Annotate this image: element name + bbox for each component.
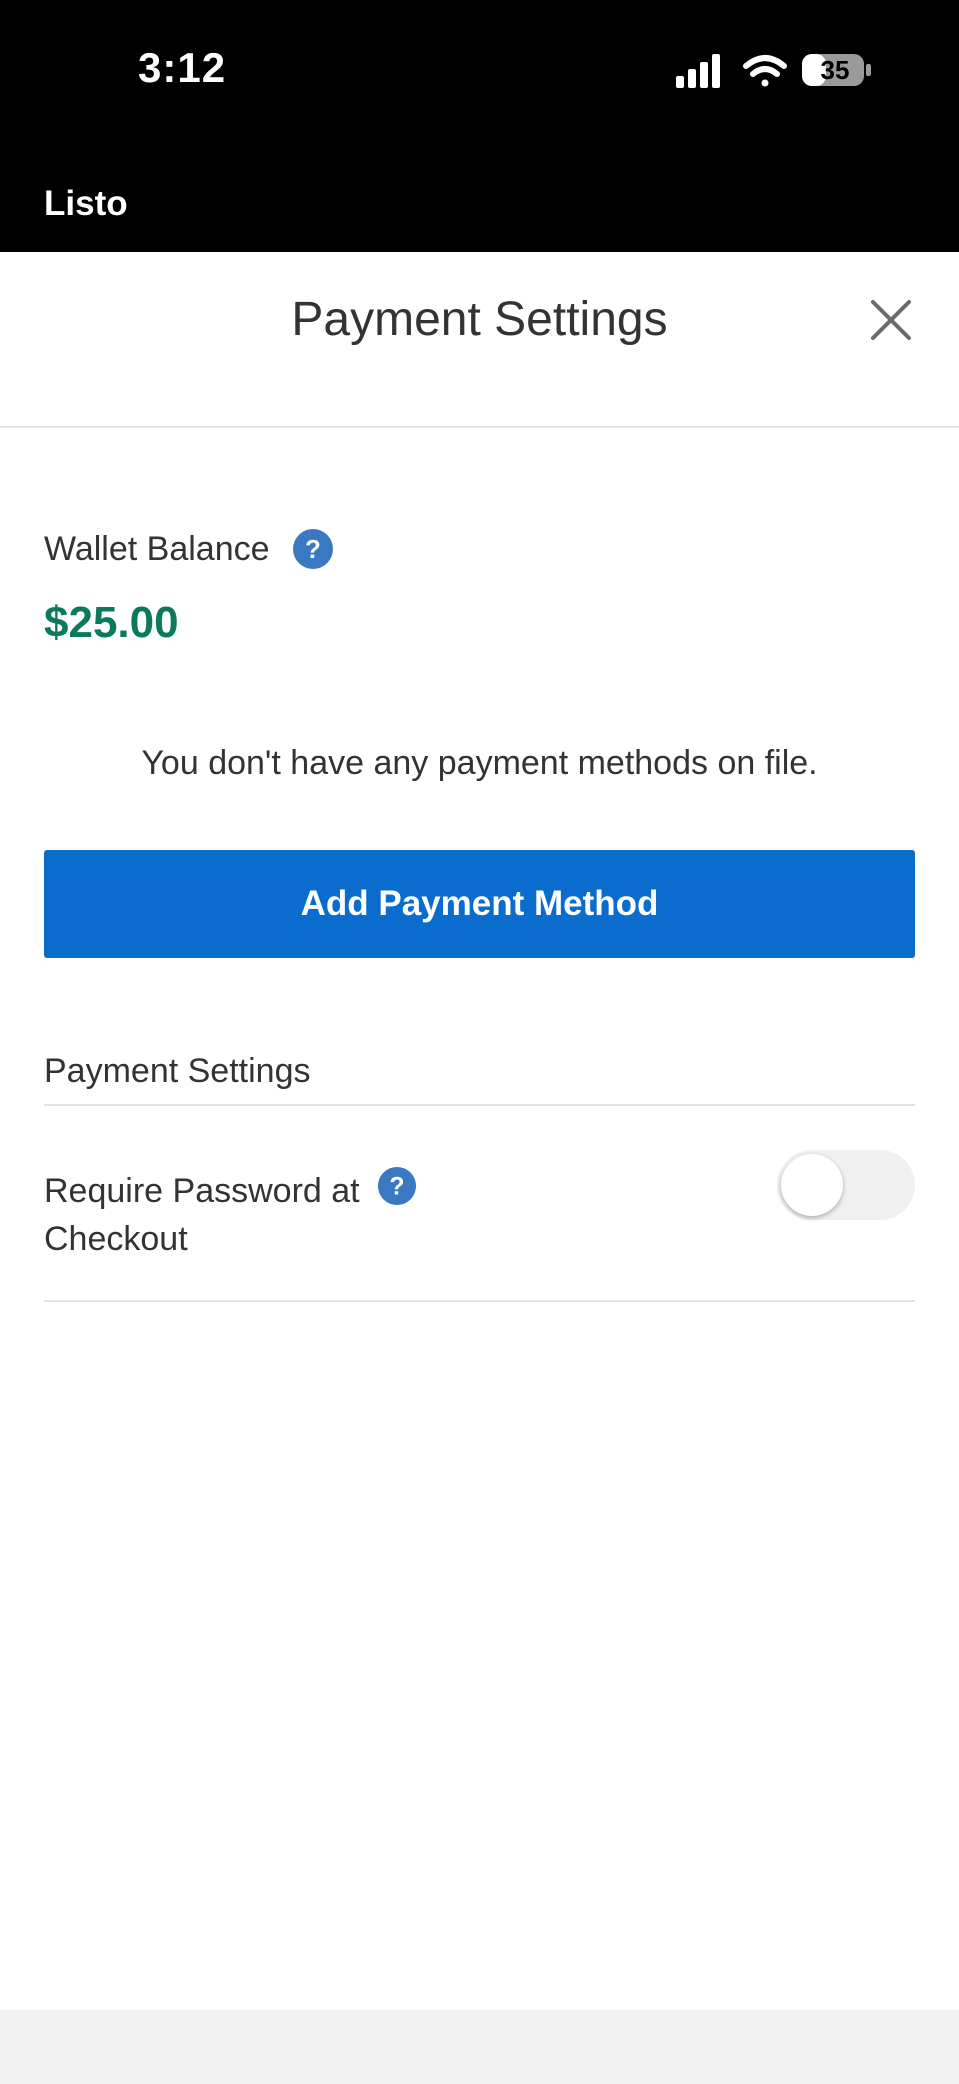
wallet-help-icon[interactable]: ? [292, 528, 334, 570]
close-button[interactable] [861, 290, 921, 350]
section-divider [44, 1104, 915, 1106]
sheet-header: Payment Settings [0, 252, 959, 428]
setting-divider [44, 1300, 915, 1302]
svg-text:?: ? [305, 534, 321, 564]
battery-percent: 35 [820, 55, 850, 85]
wifi-icon [743, 55, 787, 87]
question-circle-icon: ? [292, 529, 333, 569]
svg-text:?: ? [390, 1174, 405, 1201]
page-title: Payment Settings [291, 293, 668, 346]
require-password-label-line1: Require Password at [44, 1172, 360, 1210]
require-password-label-line2: Checkout [44, 1220, 188, 1258]
require-password-label: Require Password at ? Checkout [44, 1166, 464, 1263]
question-circle-icon: ? [378, 1166, 417, 1206]
payment-settings-section-title: Payment Settings [44, 1052, 311, 1090]
cellular-signal-icon [676, 54, 720, 88]
back-to-app-link[interactable]: Listo [44, 184, 128, 224]
no-payment-methods-message: You don't have any payment methods on fi… [141, 744, 818, 782]
toggle-knob [781, 1154, 843, 1216]
wallet-balance-amount: $25.00 [44, 598, 179, 647]
require-password-toggle[interactable] [777, 1150, 915, 1220]
bottom-bar [0, 2010, 959, 2084]
status-bar: 3:12 35 Listo [0, 0, 959, 252]
require-password-help-icon[interactable]: ? [377, 1166, 417, 1206]
wallet-balance-label: Wallet Balance [44, 529, 270, 568]
close-icon [871, 300, 911, 340]
status-time: 3:12 [138, 44, 227, 91]
status-icons: 35 [676, 50, 876, 92]
add-payment-method-button[interactable]: Add Payment Method [44, 850, 915, 958]
wallet-balance-row: Wallet Balance ? [44, 524, 334, 574]
